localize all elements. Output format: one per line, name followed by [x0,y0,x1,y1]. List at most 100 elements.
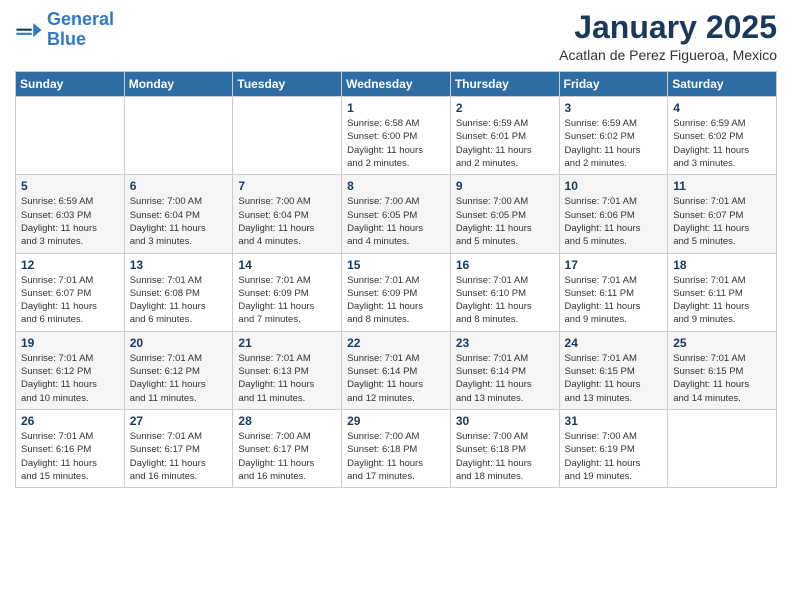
day-info: Sunrise: 7:00 AM Sunset: 6:04 PM Dayligh… [238,195,336,248]
day-info: Sunrise: 7:01 AM Sunset: 6:15 PM Dayligh… [673,352,771,405]
day-info: Sunrise: 6:59 AM Sunset: 6:02 PM Dayligh… [673,117,771,170]
day-info: Sunrise: 7:01 AM Sunset: 6:07 PM Dayligh… [673,195,771,248]
day-cell: 16 Sunrise: 7:01 AM Sunset: 6:10 PM Dayli… [450,253,559,331]
day-number: 16 [456,258,554,272]
day-info: Sunrise: 7:01 AM Sunset: 6:07 PM Dayligh… [21,274,119,327]
day-number: 7 [238,179,336,193]
day-number: 19 [21,336,119,350]
day-cell: 14 Sunrise: 7:01 AM Sunset: 6:09 PM Dayli… [233,253,342,331]
day-info: Sunrise: 7:00 AM Sunset: 6:04 PM Dayligh… [130,195,228,248]
day-cell: 23 Sunrise: 7:01 AM Sunset: 6:14 PM Dayli… [450,331,559,409]
day-number: 11 [673,179,771,193]
day-info: Sunrise: 7:00 AM Sunset: 6:05 PM Dayligh… [347,195,445,248]
day-cell: 24 Sunrise: 7:01 AM Sunset: 6:15 PM Dayli… [559,331,668,409]
col-thursday: Thursday [450,72,559,97]
col-tuesday: Tuesday [233,72,342,97]
day-number: 3 [565,101,663,115]
day-info: Sunrise: 7:01 AM Sunset: 6:17 PM Dayligh… [130,430,228,483]
day-cell: 2Sunrise: 6:59 AM Sunset: 6:01 PM Daylig… [450,97,559,175]
day-cell: 15Sunrise: 7:01 AM Sunset: 6:09 PM Dayli… [342,253,451,331]
day-info: Sunrise: 7:01 AM Sunset: 6:12 PM Dayligh… [130,352,228,405]
day-number: 17 [565,258,663,272]
logo-general: General [47,9,114,29]
day-cell [233,97,342,175]
day-cell: 10Sunrise: 7:01 AM Sunset: 6:06 PM Dayli… [559,175,668,253]
day-number: 4 [673,101,771,115]
day-cell: 26Sunrise: 7:01 AM Sunset: 6:16 PM Dayli… [16,409,125,487]
day-cell: 11 Sunrise: 7:01 AM Sunset: 6:07 PM Dayli… [668,175,777,253]
week-row-3: 12 Sunrise: 7:01 AM Sunset: 6:07 PM Dayli… [16,253,777,331]
logo: General Blue [15,10,114,50]
day-cell: 27 Sunrise: 7:01 AM Sunset: 6:17 PM Dayli… [124,409,233,487]
day-cell: 29 Sunrise: 7:00 AM Sunset: 6:18 PM Dayli… [342,409,451,487]
day-cell: 7 Sunrise: 7:00 AM Sunset: 6:04 PM Daylig… [233,175,342,253]
col-sunday: Sunday [16,72,125,97]
col-friday: Friday [559,72,668,97]
day-cell: 12 Sunrise: 7:01 AM Sunset: 6:07 PM Dayli… [16,253,125,331]
day-number: 23 [456,336,554,350]
day-cell: 30 Sunrise: 7:00 AM Sunset: 6:18 PM Dayli… [450,409,559,487]
day-info: Sunrise: 7:01 AM Sunset: 6:13 PM Dayligh… [238,352,336,405]
day-cell: 5Sunrise: 6:59 AM Sunset: 6:03 PM Daylig… [16,175,125,253]
day-cell: 20Sunrise: 7:01 AM Sunset: 6:12 PM Dayli… [124,331,233,409]
calendar: Sunday Monday Tuesday Wednesday Thursday… [15,71,777,488]
day-info: Sunrise: 7:00 AM Sunset: 6:17 PM Dayligh… [238,430,336,483]
day-info: Sunrise: 6:59 AM Sunset: 6:01 PM Dayligh… [456,117,554,170]
day-cell: 8 Sunrise: 7:00 AM Sunset: 6:05 PM Daylig… [342,175,451,253]
day-number: 27 [130,414,228,428]
day-number: 30 [456,414,554,428]
day-number: 8 [347,179,445,193]
calendar-header: Sunday Monday Tuesday Wednesday Thursday… [16,72,777,97]
day-info: Sunrise: 7:01 AM Sunset: 6:15 PM Dayligh… [565,352,663,405]
day-number: 22 [347,336,445,350]
day-info: Sunrise: 7:01 AM Sunset: 6:09 PM Dayligh… [347,274,445,327]
day-cell: 19 Sunrise: 7:01 AM Sunset: 6:12 PM Dayli… [16,331,125,409]
month-title: January 2025 [559,10,777,45]
day-info: Sunrise: 7:00 AM Sunset: 6:18 PM Dayligh… [456,430,554,483]
logo-text: General Blue [47,10,114,50]
col-saturday: Saturday [668,72,777,97]
day-number: 12 [21,258,119,272]
day-number: 14 [238,258,336,272]
day-cell: 6Sunrise: 7:00 AM Sunset: 6:04 PM Daylig… [124,175,233,253]
week-row-1: 1Sunrise: 6:58 AM Sunset: 6:00 PM Daylig… [16,97,777,175]
page: General Blue January 2025 Acatlan de Per… [0,0,792,503]
col-monday: Monday [124,72,233,97]
day-info: Sunrise: 7:01 AM Sunset: 6:11 PM Dayligh… [565,274,663,327]
weekday-row: Sunday Monday Tuesday Wednesday Thursday… [16,72,777,97]
day-cell: 22 Sunrise: 7:01 AM Sunset: 6:14 PM Dayli… [342,331,451,409]
week-row-4: 19 Sunrise: 7:01 AM Sunset: 6:12 PM Dayli… [16,331,777,409]
day-info: Sunrise: 7:01 AM Sunset: 6:09 PM Dayligh… [238,274,336,327]
day-number: 28 [238,414,336,428]
day-number: 13 [130,258,228,272]
day-info: Sunrise: 7:00 AM Sunset: 6:05 PM Dayligh… [456,195,554,248]
day-info: Sunrise: 7:01 AM Sunset: 6:14 PM Dayligh… [456,352,554,405]
day-info: Sunrise: 7:00 AM Sunset: 6:19 PM Dayligh… [565,430,663,483]
logo-icon [15,16,43,44]
day-cell: 3 Sunrise: 6:59 AM Sunset: 6:02 PM Daylig… [559,97,668,175]
day-info: Sunrise: 7:01 AM Sunset: 6:14 PM Dayligh… [347,352,445,405]
day-number: 18 [673,258,771,272]
day-cell: 1Sunrise: 6:58 AM Sunset: 6:00 PM Daylig… [342,97,451,175]
day-number: 10 [565,179,663,193]
logo-blue: Blue [47,29,86,49]
day-number: 25 [673,336,771,350]
title-block: January 2025 Acatlan de Perez Figueroa, … [559,10,777,63]
day-cell [668,409,777,487]
day-info: Sunrise: 7:01 AM Sunset: 6:12 PM Dayligh… [21,352,119,405]
day-info: Sunrise: 7:01 AM Sunset: 6:08 PM Dayligh… [130,274,228,327]
day-cell: 25 Sunrise: 7:01 AM Sunset: 6:15 PM Dayli… [668,331,777,409]
day-info: Sunrise: 7:01 AM Sunset: 6:10 PM Dayligh… [456,274,554,327]
day-number: 29 [347,414,445,428]
col-wednesday: Wednesday [342,72,451,97]
day-number: 24 [565,336,663,350]
day-cell: 4 Sunrise: 6:59 AM Sunset: 6:02 PM Daylig… [668,97,777,175]
day-cell: 21Sunrise: 7:01 AM Sunset: 6:13 PM Dayli… [233,331,342,409]
day-info: Sunrise: 6:59 AM Sunset: 6:02 PM Dayligh… [565,117,663,170]
day-cell: 17 Sunrise: 7:01 AM Sunset: 6:11 PM Dayli… [559,253,668,331]
day-number: 9 [456,179,554,193]
day-info: Sunrise: 7:00 AM Sunset: 6:18 PM Dayligh… [347,430,445,483]
header: General Blue January 2025 Acatlan de Per… [15,10,777,63]
day-number: 26 [21,414,119,428]
day-number: 1 [347,101,445,115]
